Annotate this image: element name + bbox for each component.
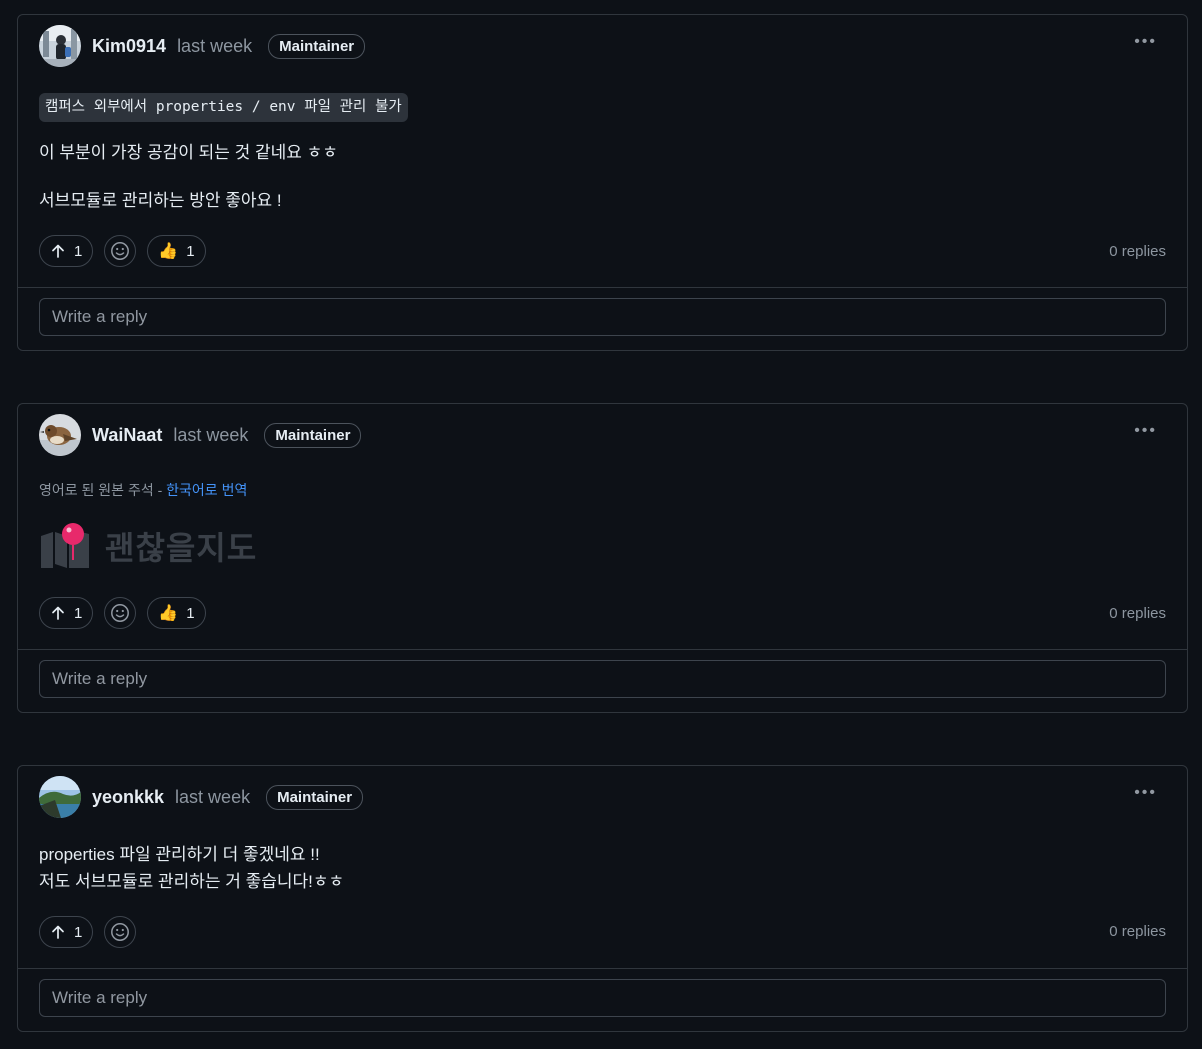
replies-count[interactable]: 0 replies bbox=[1109, 605, 1166, 622]
replies-count[interactable]: 0 replies bbox=[1109, 923, 1166, 940]
author-name[interactable]: WaiNaat bbox=[92, 425, 162, 446]
translation-note: 영어로 된 원본 주석 - 한국어로 번역 bbox=[39, 480, 247, 500]
author-name[interactable]: Kim0914 bbox=[92, 36, 166, 57]
inline-code: 캠퍼스 외부에서 properties / env 파일 관리 불가 bbox=[39, 93, 408, 122]
thumbs-up-count: 1 bbox=[186, 604, 195, 622]
timestamp[interactable]: last week bbox=[175, 787, 250, 808]
comment-card: yeonkkk last week Maintainer ••• propert… bbox=[17, 765, 1188, 1032]
add-reaction-button[interactable] bbox=[104, 916, 137, 948]
reply-footer: Write a reply bbox=[18, 968, 1187, 1031]
maintainer-badge: Maintainer bbox=[268, 33, 366, 59]
upvote-count: 1 bbox=[74, 604, 83, 622]
author-name[interactable]: yeonkkk bbox=[92, 787, 164, 808]
timestamp[interactable]: last week bbox=[177, 36, 252, 57]
thumbs-up-reaction[interactable]: 👍 1 bbox=[147, 235, 206, 267]
arrow-up-icon bbox=[52, 606, 64, 620]
arrow-up-icon bbox=[52, 925, 64, 939]
smiley-icon bbox=[111, 923, 130, 941]
upvote-button[interactable]: 1 bbox=[39, 597, 94, 629]
replies-count[interactable]: 0 replies bbox=[1109, 243, 1166, 260]
reply-input[interactable]: Write a reply bbox=[39, 660, 1166, 698]
thumbs-up-icon: 👍 bbox=[158, 243, 179, 260]
maintainer-badge: Maintainer bbox=[266, 784, 364, 810]
comment-card: WaiNaat last week Maintainer ••• 영어로 된 원… bbox=[17, 403, 1188, 713]
comment-header: WaiNaat last week Maintainer bbox=[39, 414, 362, 456]
thumbs-up-count: 1 bbox=[186, 242, 195, 260]
avatar[interactable] bbox=[39, 776, 81, 818]
more-options-icon[interactable]: ••• bbox=[1134, 785, 1157, 801]
comment-line: properties 파일 관리하기 더 좋겠네요 !! bbox=[39, 845, 320, 864]
avatar[interactable] bbox=[39, 25, 81, 67]
upvote-count: 1 bbox=[74, 242, 83, 260]
timestamp[interactable]: last week bbox=[173, 425, 248, 446]
map-pin-logo-icon bbox=[41, 523, 89, 568]
logo-text: 괜찮을지도 bbox=[105, 530, 258, 566]
comment-header: yeonkkk last week Maintainer bbox=[39, 776, 364, 818]
reply-footer: Write a reply bbox=[18, 287, 1187, 350]
reply-input[interactable]: Write a reply bbox=[39, 298, 1166, 336]
thumbs-up-reaction[interactable]: 👍 1 bbox=[147, 597, 206, 629]
arrow-up-icon bbox=[52, 244, 64, 258]
logo-image: 괜찮을지도 bbox=[39, 522, 257, 570]
comment-card: Kim0914 last week Maintainer ••• 캠퍼스 외부에… bbox=[17, 14, 1188, 351]
reply-input[interactable]: Write a reply bbox=[39, 979, 1166, 1017]
add-reaction-button[interactable] bbox=[104, 597, 137, 629]
reaction-bar: 1 bbox=[39, 916, 137, 948]
reply-footer: Write a reply bbox=[18, 649, 1187, 712]
comment-body: 캠퍼스 외부에서 properties / env 파일 관리 불가 bbox=[39, 92, 408, 122]
avatar[interactable] bbox=[39, 414, 81, 456]
more-options-icon[interactable]: ••• bbox=[1134, 423, 1157, 439]
smiley-icon bbox=[111, 604, 130, 622]
reaction-bar: 1 👍 1 bbox=[39, 597, 206, 629]
maintainer-badge: Maintainer bbox=[264, 422, 362, 448]
translate-link[interactable]: 한국어로 번역 bbox=[166, 482, 247, 498]
translation-prefix: 영어로 된 원본 주석 - bbox=[39, 482, 167, 498]
comment-line: 저도 서브모듈로 관리하는 거 좋습니다!ㅎㅎ bbox=[39, 872, 345, 891]
comment-line: 이 부분이 가장 공감이 되는 것 같네요 ㅎㅎ bbox=[39, 143, 338, 162]
thumbs-up-icon: 👍 bbox=[158, 605, 179, 622]
reaction-bar: 1 👍 1 bbox=[39, 235, 206, 267]
add-reaction-button[interactable] bbox=[104, 235, 137, 267]
comment-line: 서브모듈로 관리하는 방안 좋아요 ! bbox=[39, 191, 282, 210]
smiley-icon bbox=[111, 242, 130, 260]
upvote-button[interactable]: 1 bbox=[39, 235, 94, 267]
comment-header: Kim0914 last week Maintainer bbox=[39, 25, 366, 67]
upvote-button[interactable]: 1 bbox=[39, 916, 94, 948]
upvote-count: 1 bbox=[74, 923, 83, 941]
more-options-icon[interactable]: ••• bbox=[1134, 34, 1157, 50]
